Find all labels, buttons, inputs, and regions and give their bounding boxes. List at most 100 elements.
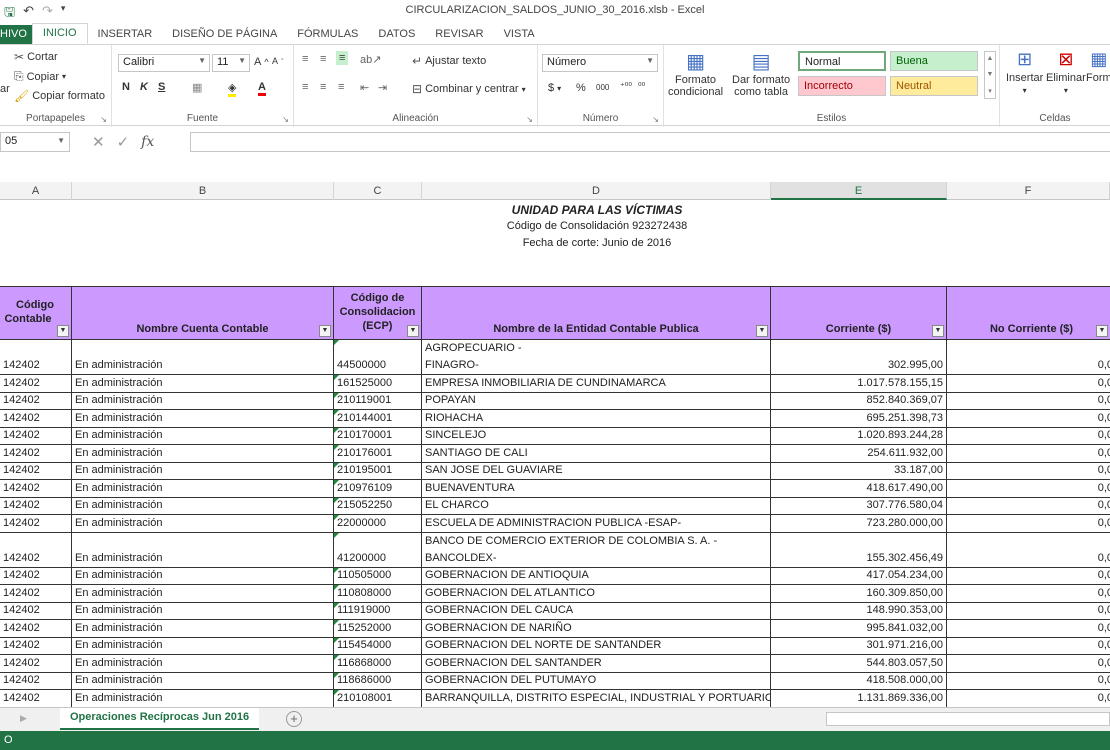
cell-corriente[interactable]: 301.971.216,00 bbox=[771, 637, 947, 655]
cell-nombre-entidad[interactable]: SINCELEJO bbox=[422, 427, 771, 445]
font-color-button[interactable]: A bbox=[258, 81, 266, 96]
cell-codigo-ecp[interactable]: 115252000 bbox=[334, 620, 422, 638]
cell-codigo-contable[interactable]: 142402 bbox=[0, 602, 72, 620]
cell-corriente[interactable]: 1.017.578.155,15 bbox=[771, 375, 947, 393]
cell-no-corriente[interactable]: 0,0 bbox=[947, 585, 1110, 603]
cell-no-corriente[interactable]: 0,0 bbox=[947, 620, 1110, 638]
cell-codigo-contable[interactable]: 142402 bbox=[0, 637, 72, 655]
styles-scroll[interactable]: ▲ ▼ ▾ bbox=[984, 51, 996, 99]
number-format-select[interactable]: Número ▼ bbox=[542, 54, 658, 72]
cell-codigo-ecp[interactable]: 210119001 bbox=[334, 392, 422, 410]
cell-nombre-entidad[interactable]: GOBERNACION DE NARIÑO bbox=[422, 620, 771, 638]
italic-button[interactable]: K bbox=[140, 81, 148, 93]
cell-corriente[interactable]: 148.990.353,00 bbox=[771, 602, 947, 620]
cancel-icon[interactable]: ✕ bbox=[92, 133, 105, 151]
merge-center-button[interactable]: ⊟ Combinar y centrar ▾ bbox=[412, 82, 526, 96]
column-header-f[interactable]: F bbox=[947, 182, 1110, 200]
cell-nombre-entidad[interactable]: SAN JOSE DEL GUAVIARE bbox=[422, 462, 771, 480]
tab-inicio[interactable]: INICIO bbox=[31, 23, 88, 44]
cell-nombre-cuenta[interactable]: En administración bbox=[72, 655, 334, 673]
align-middle-button[interactable]: ≡ bbox=[320, 53, 326, 65]
cell-no-corriente[interactable]: 0,0 bbox=[947, 690, 1110, 707]
tab-datos[interactable]: DATOS bbox=[368, 25, 425, 44]
cell-codigo-contable[interactable]: 142402 bbox=[0, 427, 72, 445]
style-neutral[interactable]: Neutral bbox=[890, 76, 978, 96]
shrink-font-button[interactable]: Aˇ bbox=[272, 56, 284, 66]
cell-corriente[interactable]: 33.187,00 bbox=[771, 462, 947, 480]
cell-nombre-entidad[interactable]: BANCO DE COMERCIO EXTERIOR DE COLOMBIA S… bbox=[422, 532, 771, 568]
style-incorrecto[interactable]: Incorrecto bbox=[798, 76, 886, 96]
cell-nombre-cuenta[interactable]: En administración bbox=[72, 532, 334, 568]
cell-codigo-contable[interactable]: 142402 bbox=[0, 515, 72, 533]
grow-font-button[interactable]: A ^ bbox=[254, 56, 269, 68]
cell-nombre-cuenta[interactable]: En administración bbox=[72, 585, 334, 603]
cell-codigo-ecp[interactable]: 44500000 bbox=[334, 340, 422, 375]
cell-nombre-entidad[interactable]: GOBERNACION DE ANTIOQUIA bbox=[422, 567, 771, 585]
cell-codigo-ecp[interactable]: 210176001 bbox=[334, 445, 422, 463]
filter-dropdown-icon[interactable]: ▼ bbox=[407, 325, 419, 337]
align-top-button[interactable]: ≡ bbox=[302, 53, 308, 65]
percent-button[interactable]: % bbox=[576, 82, 586, 94]
cell-codigo-contable[interactable]: 142402 bbox=[0, 620, 72, 638]
cell-nombre-entidad[interactable]: FONDO PARA EL FINANCIAMIENTO DEL SECTOR … bbox=[422, 340, 771, 375]
filter-dropdown-icon[interactable]: ▼ bbox=[57, 325, 69, 337]
cell-corriente[interactable]: 302.995,00 bbox=[771, 340, 947, 375]
cell-nombre-cuenta[interactable]: En administración bbox=[72, 375, 334, 393]
confirm-icon[interactable]: ✓ bbox=[117, 133, 130, 151]
cell-codigo-contable[interactable]: 142402 bbox=[0, 655, 72, 673]
cell-corriente[interactable]: 723.280.000,00 bbox=[771, 515, 947, 533]
formula-input[interactable] bbox=[190, 132, 1110, 152]
cell-codigo-contable[interactable]: 142402 bbox=[0, 445, 72, 463]
cell-no-corriente[interactable]: 0,0 bbox=[947, 410, 1110, 428]
cell-codigo-contable[interactable]: 142402 bbox=[0, 462, 72, 480]
filter-dropdown-icon[interactable]: ▼ bbox=[1096, 325, 1108, 337]
cell-no-corriente[interactable]: 0,0 bbox=[947, 673, 1110, 690]
cell-codigo-contable[interactable]: 142402 bbox=[0, 392, 72, 410]
add-sheet-icon[interactable]: + bbox=[286, 711, 302, 727]
cell-corriente[interactable]: 1.131.869.336,00 bbox=[771, 690, 947, 707]
copy-button[interactable]: ⎘ Copiar ▾ bbox=[14, 69, 66, 84]
cell-nombre-cuenta[interactable]: En administración bbox=[72, 602, 334, 620]
dialog-launcher-icon[interactable]: ↘ bbox=[282, 115, 289, 124]
delete-cells-button[interactable]: ⊠ Eliminar ▾ bbox=[1046, 49, 1086, 95]
cell-codigo-ecp[interactable]: 111919000 bbox=[334, 602, 422, 620]
cell-nombre-entidad[interactable]: POPAYAN bbox=[422, 392, 771, 410]
cell-codigo-ecp[interactable]: 210144001 bbox=[334, 410, 422, 428]
cell-codigo-ecp[interactable]: 215052250 bbox=[334, 497, 422, 515]
cell-codigo-ecp[interactable]: 210195001 bbox=[334, 462, 422, 480]
cell-corriente[interactable]: 418.617.490,00 bbox=[771, 480, 947, 498]
cell-nombre-entidad[interactable]: RIOHACHA bbox=[422, 410, 771, 428]
cell-nombre-cuenta[interactable]: En administración bbox=[72, 620, 334, 638]
conditional-format-button[interactable]: ▦ Formato condicional bbox=[668, 49, 723, 98]
cell-no-corriente[interactable]: 0,0 bbox=[947, 533, 1110, 568]
bold-button[interactable]: N bbox=[122, 81, 130, 93]
cell-corriente[interactable]: 155.302.456,49 bbox=[771, 532, 947, 568]
thousands-button[interactable]: 000 bbox=[596, 83, 609, 92]
cell-nombre-cuenta[interactable]: En administración bbox=[72, 690, 334, 707]
cell-corriente[interactable]: 695.251.398,73 bbox=[771, 410, 947, 428]
increase-indent-button[interactable]: ⇥ bbox=[378, 81, 387, 94]
cell-nombre-entidad[interactable]: GOBERNACION DEL SANTANDER bbox=[422, 655, 771, 673]
filter-dropdown-icon[interactable]: ▼ bbox=[756, 325, 768, 337]
horizontal-scrollbar[interactable] bbox=[826, 712, 1110, 726]
style-normal[interactable]: Normal bbox=[798, 51, 886, 71]
cell-codigo-contable[interactable]: 142402 bbox=[0, 340, 72, 375]
cell-no-corriente[interactable]: 0,0 bbox=[947, 340, 1110, 375]
underline-button[interactable]: S bbox=[158, 81, 165, 93]
filter-dropdown-icon[interactable]: ▼ bbox=[319, 325, 331, 337]
tab-diseno-pagina[interactable]: DISEÑO DE PÁGINA bbox=[162, 25, 287, 44]
cell-no-corriente[interactable]: 0,0 bbox=[947, 638, 1110, 655]
font-name-select[interactable]: Calibri ▼ bbox=[118, 54, 210, 72]
cell-no-corriente[interactable]: 0,0 bbox=[947, 568, 1110, 585]
column-header-e[interactable]: E bbox=[771, 182, 947, 200]
cell-codigo-contable[interactable]: 142402 bbox=[0, 672, 72, 690]
dialog-launcher-icon[interactable]: ↘ bbox=[652, 115, 659, 124]
tab-vista[interactable]: VISTA bbox=[494, 25, 545, 44]
cell-codigo-ecp[interactable]: 110505000 bbox=[334, 567, 422, 585]
cell-codigo-ecp[interactable]: 161525000 bbox=[334, 375, 422, 393]
cell-codigo-ecp[interactable]: 210170001 bbox=[334, 427, 422, 445]
cell-nombre-cuenta[interactable]: En administración bbox=[72, 410, 334, 428]
sheet-nav-icon[interactable]: ▶ bbox=[20, 713, 27, 724]
cell-nombre-entidad[interactable]: GOBERNACION DEL NORTE DE SANTANDER bbox=[422, 637, 771, 655]
cell-no-corriente[interactable]: 0,0 bbox=[947, 393, 1110, 410]
